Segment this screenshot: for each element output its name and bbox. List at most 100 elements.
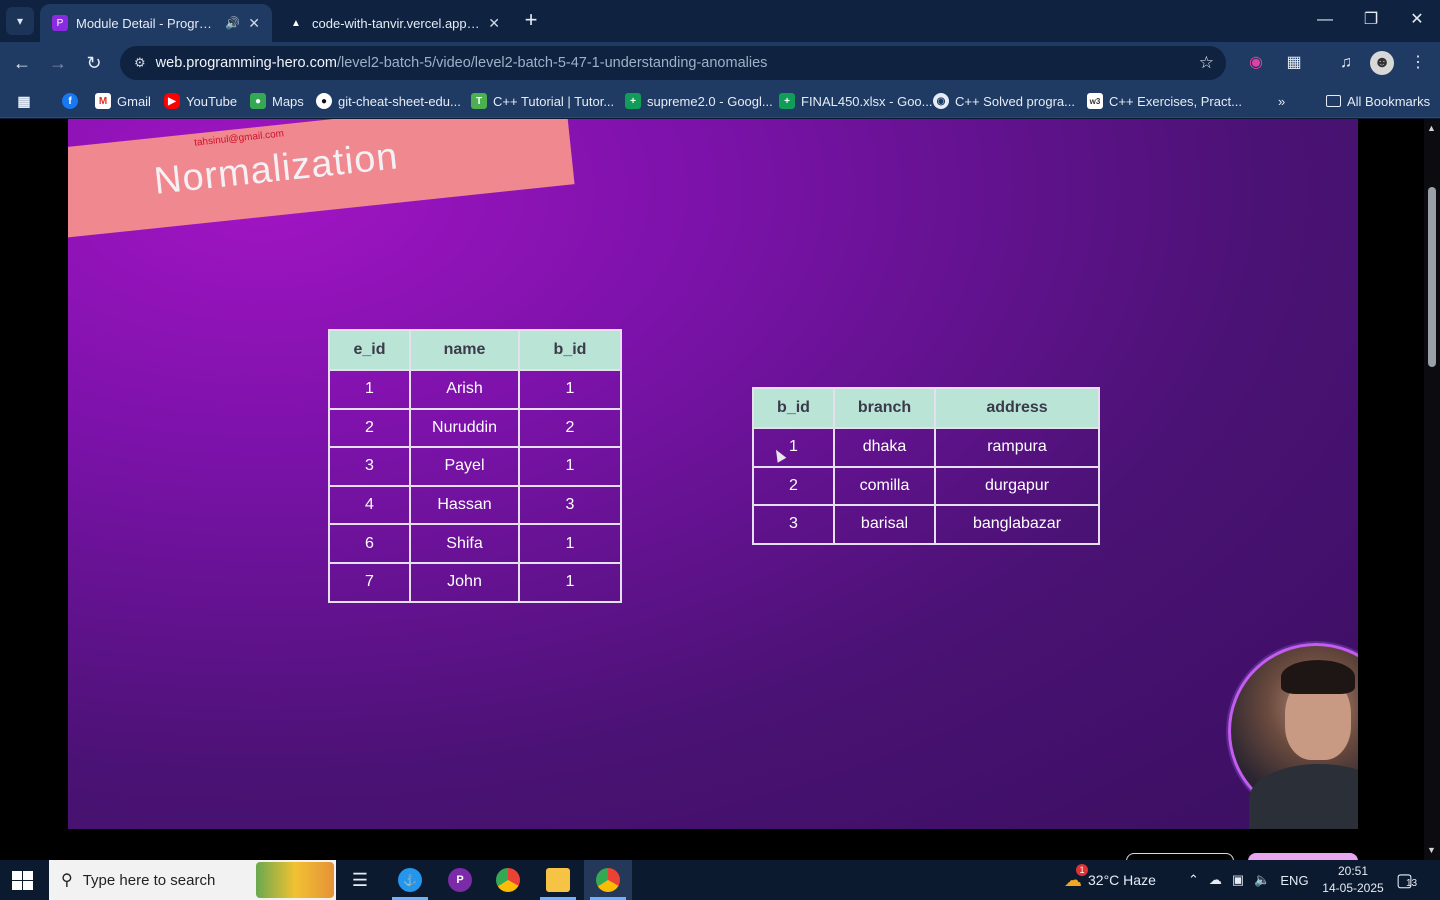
w3-icon: w3: [1087, 93, 1103, 109]
url-path: /level2-batch-5/video/level2-batch-5-47-…: [336, 55, 768, 71]
table-row: 4 Hassan 3: [328, 484, 622, 526]
show-hidden-icons-icon[interactable]: ⌃: [1188, 872, 1199, 888]
page-scrollbar[interactable]: ▲ ▼: [1424, 119, 1440, 860]
table-cell: 3: [518, 484, 622, 526]
branch-table: b_id branch address 1 dhaka rampura 2 comil…: [752, 387, 1100, 545]
profile-avatar[interactable]: ☻: [1370, 51, 1394, 75]
weather-widget[interactable]: ☁ 1 32°C Haze: [1064, 860, 1156, 900]
table-cell: 3: [752, 504, 835, 545]
bookmark-star-icon[interactable]: ☆: [1199, 53, 1214, 73]
next-button-partial[interactable]: [1248, 853, 1358, 860]
all-bookmarks-label: All Bookmarks: [1347, 93, 1431, 109]
menu-icon[interactable]: ⋮: [1406, 51, 1430, 75]
table-header: e_id: [328, 329, 411, 371]
youtube-icon: ▶: [164, 93, 180, 109]
apps-icon[interactable]: ▦: [16, 91, 32, 111]
bookmark-cpp-tutorial[interactable]: T C++ Tutorial | Tutor...: [471, 91, 614, 111]
facebook-bookmark[interactable]: f: [62, 91, 78, 111]
bookmark-git-cheat-sheet[interactable]: ● git-cheat-sheet-edu...: [316, 91, 461, 111]
bookmark-final450[interactable]: + FINAL450.xlsx - Goo...: [779, 91, 933, 111]
weather-icon: ☁ 1: [1064, 863, 1088, 891]
taskbar-clock[interactable]: 20:51 14-05-2025: [1318, 863, 1388, 897]
new-tab-button[interactable]: +: [518, 8, 544, 34]
volume-icon[interactable]: 🔈: [1254, 872, 1270, 888]
weather-badge: 1: [1076, 863, 1088, 876]
taskbar-app-postman[interactable]: P: [436, 860, 484, 900]
close-tab-icon[interactable]: ✕: [248, 15, 260, 32]
extension-icon[interactable]: ◉: [1244, 51, 1268, 75]
taskbar-app-file-explorer[interactable]: [534, 860, 582, 900]
network-icon[interactable]: ▣: [1232, 872, 1244, 888]
table-header-row: b_id branch address: [752, 387, 1100, 429]
taskbar-app-chrome[interactable]: [484, 860, 532, 900]
language-indicator[interactable]: ENG: [1280, 873, 1308, 888]
chrome-profile-icon: [596, 868, 620, 892]
restore-button[interactable]: ❐: [1348, 6, 1394, 36]
minimize-button[interactable]: —: [1302, 6, 1348, 36]
bookmark-gmail[interactable]: M Gmail: [95, 91, 151, 111]
table-cell: 2: [518, 407, 622, 449]
video-player[interactable]: tahsinul@gmail.com Normalization e_id na…: [68, 119, 1358, 829]
table-header: address: [934, 387, 1100, 429]
forward-button[interactable]: →: [44, 49, 72, 77]
presenter-hair: [1281, 660, 1355, 694]
table-cell: 1: [518, 369, 622, 410]
tab-search-button[interactable]: ▾: [6, 7, 34, 35]
folder-icon: [1326, 95, 1341, 107]
bookmark-supreme[interactable]: + supreme2.0 - Googl...: [625, 91, 773, 111]
table-row: 1 Arish 1: [328, 369, 622, 410]
bookmark-cpp-solved[interactable]: ◉ C++ Solved progra...: [933, 91, 1075, 111]
folder-icon: [546, 868, 570, 892]
extensions-puzzle-icon[interactable]: ▦: [1282, 51, 1306, 75]
bookmark-youtube[interactable]: ▶ YouTube: [164, 91, 237, 111]
scroll-down-icon[interactable]: ▼: [1427, 845, 1436, 855]
tab-module-detail[interactable]: P Module Detail - Programmi 🔊 ✕: [40, 4, 272, 42]
task-view-button[interactable]: ☰: [336, 860, 384, 900]
tab-code-with-tanvir[interactable]: ▲ code-with-tanvir.vercel.app/blo ✕: [276, 4, 512, 42]
scroll-up-icon[interactable]: ▲: [1427, 123, 1436, 133]
windows-start-button[interactable]: [12, 871, 34, 891]
site-info-icon[interactable]: ⚙: [134, 55, 146, 71]
scrollbar-thumb[interactable]: [1428, 187, 1436, 367]
github-icon: ●: [316, 93, 332, 109]
maps-icon: ●: [250, 93, 266, 109]
table-cell: 1: [328, 369, 411, 410]
address-bar[interactable]: ⚙ web.programming-hero.com/level2-batch-…: [120, 46, 1226, 80]
bookmarks-bar: ▦ f M Gmail ▶ YouTube ● Maps ● git-cheat-she…: [0, 84, 1440, 118]
media-controls-icon[interactable]: ♫: [1334, 51, 1358, 75]
table-cell: comilla: [833, 465, 936, 507]
browser-toolbar: ← → ↻ ⚙ web.programming-hero.com/level2-…: [0, 42, 1440, 84]
table-header: name: [409, 329, 520, 371]
table-cell: dhaka: [833, 427, 936, 468]
reload-button[interactable]: ↻: [80, 49, 108, 77]
tutorial-icon: T: [471, 93, 487, 109]
more-bookmarks-button[interactable]: »: [1278, 91, 1285, 111]
chevron-double-right-icon: »: [1278, 93, 1286, 109]
table-header-row: e_id name b_id: [328, 329, 622, 371]
close-window-button[interactable]: ✕: [1394, 6, 1440, 36]
search-icon: ⚲: [61, 872, 73, 889]
bookmark-label: C++ Solved progra...: [955, 93, 1075, 109]
taskbar-app-chrome-profile[interactable]: [584, 860, 632, 900]
bookmark-cpp-exercises[interactable]: w3 C++ Exercises, Pract...: [1087, 91, 1242, 111]
all-bookmarks-button[interactable]: All Bookmarks: [1326, 91, 1430, 111]
windows-taskbar: ⚲ Type here to search ☰ ⚓ P ☁ 1 32°C Haze…: [0, 860, 1440, 900]
app-icon: P: [448, 868, 472, 892]
taskbar-search[interactable]: ⚲ Type here to search: [49, 860, 336, 900]
search-placeholder: Type here to search: [82, 871, 216, 889]
notifications-button[interactable]: ▢ 13: [1396, 860, 1417, 900]
bookmark-label: supreme2.0 - Googl...: [647, 93, 773, 109]
previous-button-partial[interactable]: [1126, 853, 1234, 860]
speaker-icon[interactable]: 🔊: [225, 16, 240, 30]
back-button[interactable]: ←: [8, 49, 36, 77]
onedrive-icon[interactable]: ☁: [1209, 872, 1222, 888]
taskbar-app-docker[interactable]: ⚓: [386, 860, 434, 900]
table-cell: 6: [328, 523, 411, 564]
table-cell: 4: [328, 484, 411, 526]
close-tab-icon[interactable]: ✕: [488, 15, 500, 32]
gmail-icon: M: [95, 93, 111, 109]
bookmark-maps[interactable]: ● Maps: [250, 91, 304, 111]
table-header: branch: [833, 387, 936, 429]
bookmark-label: FINAL450.xlsx - Goo...: [801, 93, 933, 109]
docker-icon: ⚓: [398, 868, 422, 892]
